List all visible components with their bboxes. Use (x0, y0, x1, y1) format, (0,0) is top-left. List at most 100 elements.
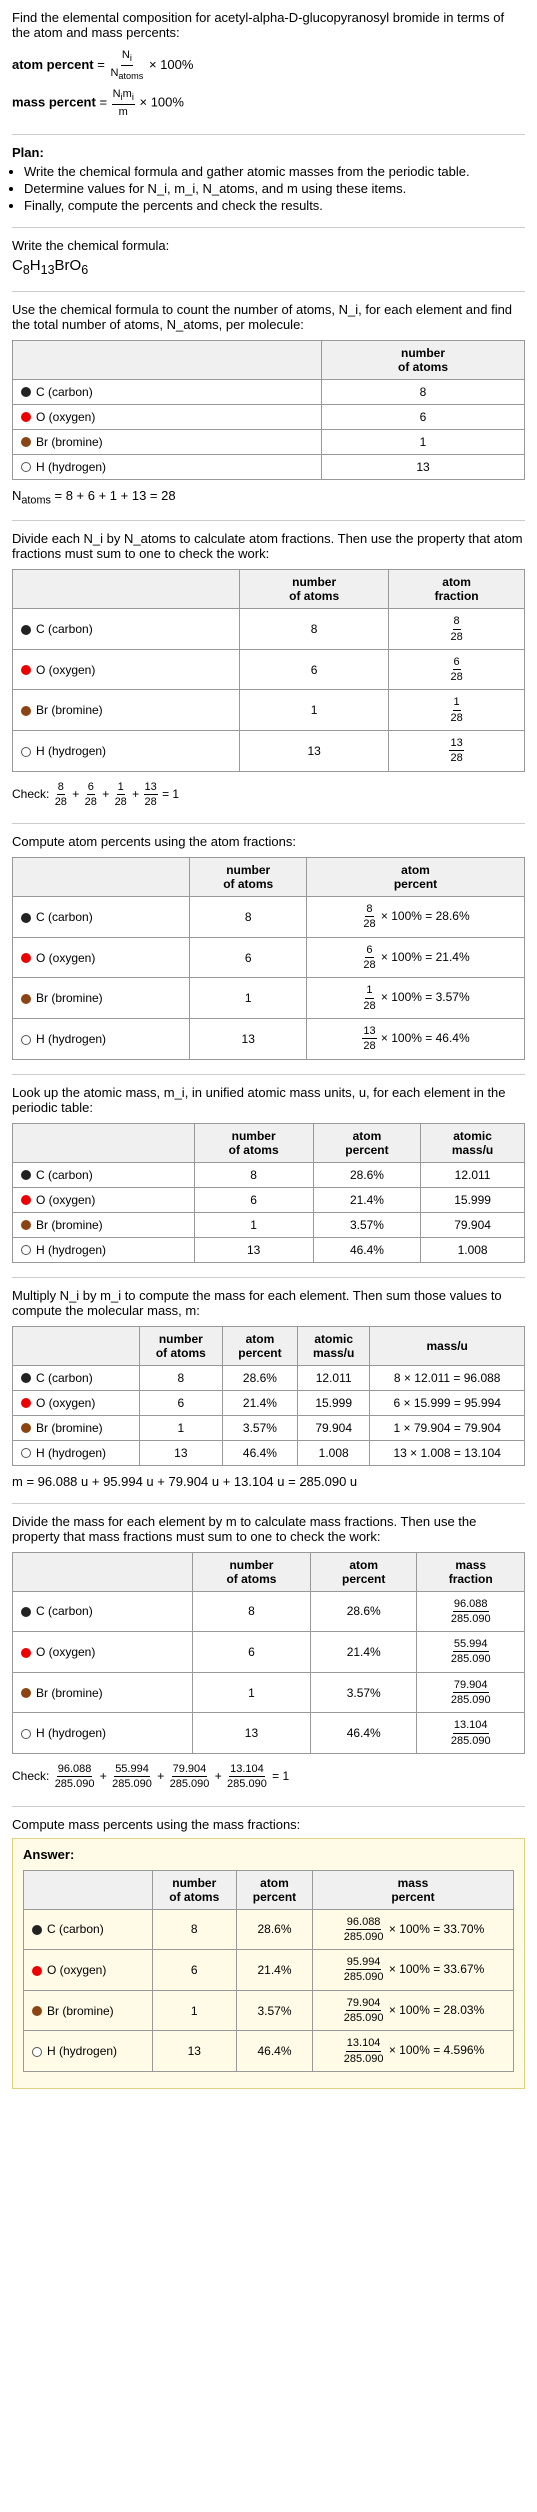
oxygen-dot (32, 1966, 42, 1976)
table-row: H (hydrogen) 1346.4% 13.104285.090 × 100… (24, 2031, 514, 2072)
col-atomic-mass: atomicmass/u (421, 1123, 525, 1162)
check2-line: Check: 828 + 628 + 128 + 1328 = 1 (12, 780, 525, 810)
col-element (24, 1870, 153, 1909)
hydrogen-dot (21, 1448, 31, 1458)
col-atom-pct: atompercent (311, 1552, 417, 1591)
hydrogen-dot (21, 1729, 31, 1739)
col-element (13, 1123, 195, 1162)
col-mass-pct: masspercent (313, 1870, 514, 1909)
table-row: C (carbon) 828.6%12.011 (13, 1162, 525, 1187)
atoms-count-table: numberof atoms C (carbon) 8 O (oxygen) 6… (12, 340, 525, 480)
col-atomic-mass: atomicmass/u (297, 1326, 369, 1365)
oxygen-dot (21, 412, 31, 422)
m-line: m = 96.088 u + 95.994 u + 79.904 u + 13.… (12, 1474, 525, 1489)
mass-table: numberof atoms atompercent atomicmass/u … (12, 1326, 525, 1466)
chemical-formula: C8H13BrO6 (12, 257, 525, 277)
answer-label: Answer: (23, 1847, 514, 1862)
table-row: O (oxygen) 621.4% 55.994285.090 (13, 1632, 525, 1673)
bromine-dot (21, 1220, 31, 1230)
carbon-dot (21, 913, 31, 923)
hydrogen-dot (32, 2047, 42, 2057)
bromine-dot (21, 1423, 31, 1433)
bromine-dot (32, 2006, 42, 2016)
col-atom-frac: atomfraction (389, 570, 525, 609)
table2-title: Divide each N_i by N_atoms to calculate … (12, 531, 525, 561)
col-num-atoms: numberof atoms (322, 340, 525, 379)
col-num-atoms: numberof atoms (139, 1326, 222, 1365)
table-row: Br (bromine) 13.57% 79.904285.090 × 100%… (24, 1990, 514, 2031)
table-row: C (carbon) 8 (13, 379, 525, 404)
table-row: H (hydrogen) 13 1328 (13, 731, 525, 772)
table-row: C (carbon) 828.6% 96.088285.090 × 100% =… (24, 1909, 514, 1950)
bromine-dot (21, 437, 31, 447)
answer-box: Answer: numberof atoms atompercent massp… (12, 1838, 525, 2089)
page-content: Find the elemental composition for acety… (12, 10, 525, 2089)
bromine-dot (21, 994, 31, 1004)
mass-percents-table: numberof atoms atompercent masspercent C… (23, 1870, 514, 2072)
table4-title: Look up the atomic mass, m_i, in unified… (12, 1085, 525, 1115)
table-row: O (oxygen) 621.4% 95.994285.090 × 100% =… (24, 1950, 514, 1991)
atom-percents-table: numberof atoms atompercent C (carbon) 8 … (12, 857, 525, 1059)
table-row: Br (bromine) 13.57% 79.904285.090 (13, 1672, 525, 1713)
table-row: Br (bromine) 13.57%79.9041 × 79.904 = 79… (13, 1415, 525, 1440)
col-atom-pct: atompercent (307, 858, 525, 897)
hydrogen-dot (21, 1245, 31, 1255)
hydrogen-dot (21, 462, 31, 472)
carbon-dot (21, 1170, 31, 1180)
col-element (13, 858, 190, 897)
natoms-line: Natoms = 8 + 6 + 1 + 13 = 28 (12, 488, 525, 507)
plan-item-1: Write the chemical formula and gather at… (24, 164, 525, 179)
hydrogen-atoms: 13 (322, 454, 525, 479)
col-num-atoms: numberof atoms (240, 570, 389, 609)
plan-item-2: Determine values for N_i, m_i, N_atoms, … (24, 181, 525, 196)
col-element (13, 1552, 193, 1591)
table-row: Br (bromine) 13.57%79.904 (13, 1212, 525, 1237)
table-row: C (carbon) 828.6%12.0118 × 12.011 = 96.0… (13, 1365, 525, 1390)
col-num-atoms: numberof atoms (192, 1552, 310, 1591)
bromine-dot (21, 706, 31, 716)
oxygen-dot (21, 1398, 31, 1408)
table5-title: Multiply N_i by m_i to compute the mass … (12, 1288, 525, 1318)
col-num-atoms: numberof atoms (190, 858, 307, 897)
check6-line: Check: 96.088285.090 + 55.994285.090 + 7… (12, 1762, 525, 1792)
table-row: Br (bromine) 1 (13, 429, 525, 454)
table-row: Br (bromine) 1 128 (13, 690, 525, 731)
col-atom-pct: atompercent (236, 1870, 312, 1909)
mass-percent-formula: mass percent = Nimim × 100% (12, 87, 525, 119)
table7-title: Compute mass percents using the mass fra… (12, 1817, 525, 1832)
col-atom-pct: atompercent (313, 1123, 420, 1162)
atomic-masses-table: numberof atoms atompercent atomicmass/u … (12, 1123, 525, 1263)
table-row: O (oxygen) 6 (13, 404, 525, 429)
chemical-formula-label: Write the chemical formula: (12, 238, 525, 253)
table-row: O (oxygen) 6 628 (13, 649, 525, 690)
col-element (13, 340, 322, 379)
table-row: O (oxygen) 6 628 × 100% = 21.4% (13, 937, 525, 978)
col-mass: mass/u (370, 1326, 525, 1365)
carbon-atoms: 8 (322, 379, 525, 404)
mass-fractions-table: numberof atoms atompercent massfraction … (12, 1552, 525, 1754)
bromine-atoms: 1 (322, 429, 525, 454)
page-title: Find the elemental composition for acety… (12, 10, 525, 40)
table-row: H (hydrogen) 13 (13, 454, 525, 479)
hydrogen-dot (21, 1035, 31, 1045)
atom-fractions-table: numberof atoms atomfraction C (carbon) 8… (12, 569, 525, 771)
table-row: H (hydrogen) 13 1328 × 100% = 46.4% (13, 1018, 525, 1059)
atom-percent-formula: atom percent = NiNatoms × 100% (12, 48, 525, 83)
oxygen-dot (21, 1648, 31, 1658)
bromine-dot (21, 1688, 31, 1698)
col-num-atoms: numberof atoms (194, 1123, 313, 1162)
table-row: O (oxygen) 621.4%15.9996 × 15.999 = 95.9… (13, 1390, 525, 1415)
table-row: C (carbon) 8 828 (13, 609, 525, 650)
table-row: H (hydrogen) 1346.4%1.00813 × 1.008 = 13… (13, 1440, 525, 1465)
table-row: Br (bromine) 1 128 × 100% = 3.57% (13, 978, 525, 1019)
plan-list: Write the chemical formula and gather at… (24, 164, 525, 213)
table-row: H (hydrogen) 1346.4% 13.104285.090 (13, 1713, 525, 1754)
col-element (13, 1326, 140, 1365)
table1-title: Use the chemical formula to count the nu… (12, 302, 525, 332)
oxygen-dot (21, 953, 31, 963)
oxygen-dot (21, 665, 31, 675)
col-num-atoms: numberof atoms (152, 1870, 236, 1909)
col-element (13, 570, 240, 609)
carbon-dot (32, 1925, 42, 1935)
table-row: C (carbon) 8 828 × 100% = 28.6% (13, 897, 525, 938)
